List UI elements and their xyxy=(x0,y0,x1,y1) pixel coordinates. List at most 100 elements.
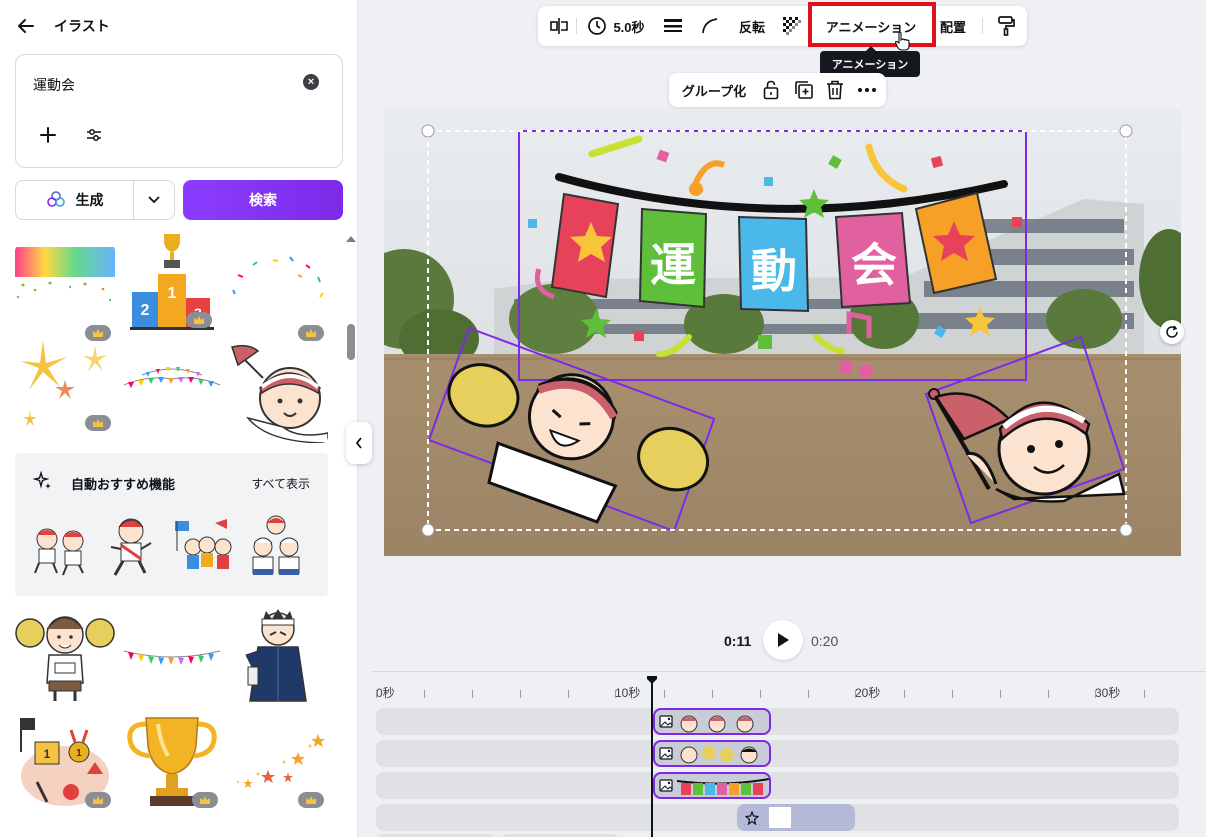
timeline-clip[interactable] xyxy=(653,708,771,735)
scroll-up-icon[interactable] xyxy=(346,236,356,242)
clear-icon[interactable]: × xyxy=(303,74,319,90)
ruler-tick xyxy=(568,690,569,698)
plus-icon[interactable] xyxy=(38,125,58,145)
paint-roller-icon[interactable] xyxy=(994,6,1018,46)
svg-text:1: 1 xyxy=(44,747,51,761)
auto-thumbs xyxy=(29,511,307,581)
crown-icon xyxy=(85,792,111,808)
suggestion-thumb[interactable] xyxy=(101,511,163,581)
toolbar-divider xyxy=(982,18,983,34)
ruler-tick xyxy=(712,690,713,698)
scrollbar[interactable] xyxy=(346,236,356,366)
illustration-thumb[interactable] xyxy=(122,335,222,435)
duplicate-icon[interactable] xyxy=(793,73,815,107)
banner-char: 会 xyxy=(851,239,897,291)
flip-button[interactable]: 反転 xyxy=(732,6,772,46)
search-input[interactable]: 運動会 xyxy=(33,75,75,95)
animation-highlight-box xyxy=(808,2,936,47)
ruler-label: 20秒 xyxy=(855,686,881,700)
timeline-clip[interactable] xyxy=(653,740,771,767)
curve-icon[interactable] xyxy=(698,6,722,46)
group-button[interactable]: グループ化 xyxy=(679,73,749,107)
ruler-tick xyxy=(1095,690,1096,698)
panel-header: イラスト xyxy=(14,14,110,38)
illustration-thumb[interactable] xyxy=(228,343,328,443)
timeline-clip[interactable] xyxy=(653,772,771,799)
crown-icon xyxy=(298,325,324,341)
ruler-tick xyxy=(615,690,616,698)
generate-button[interactable]: 生成 xyxy=(16,181,134,219)
chevron-left-icon xyxy=(355,437,362,449)
ruler-tick xyxy=(1048,690,1049,698)
image-icon xyxy=(659,715,673,728)
transparency-icon[interactable] xyxy=(780,6,804,46)
element-toolbar: 5.0秒 反転 アニメーション 配置 xyxy=(538,6,1027,46)
timeline-track[interactable] xyxy=(376,740,1179,767)
crown-icon xyxy=(298,792,324,808)
illustration-thumb[interactable] xyxy=(228,245,328,345)
sparkle-icon xyxy=(46,191,65,207)
ruler-tick xyxy=(855,690,856,698)
filter-icon[interactable] xyxy=(86,127,102,143)
clock-icon xyxy=(588,17,607,35)
timeline[interactable]: 0秒 10秒 20秒 30秒 xyxy=(372,671,1206,837)
toolbar-divider xyxy=(576,18,577,34)
illustration-thumb[interactable] xyxy=(15,245,115,345)
suggestion-thumb[interactable] xyxy=(173,511,235,581)
duration-label: 5.0秒 xyxy=(613,19,645,35)
illustration-thumb[interactable] xyxy=(122,605,222,705)
search-button[interactable]: 検索 xyxy=(183,180,343,220)
back-arrow-icon[interactable] xyxy=(14,14,38,38)
generate-label: 生成 xyxy=(75,192,104,208)
ruler-tick xyxy=(472,690,473,698)
duration-button[interactable]: 5.0秒 xyxy=(584,6,648,46)
rotate-icon[interactable] xyxy=(1160,320,1184,344)
position-button[interactable]: 配置 xyxy=(936,6,970,46)
hand-cursor-icon xyxy=(894,31,910,51)
chevron-down-icon[interactable] xyxy=(134,181,174,219)
ruler-tick xyxy=(952,690,953,698)
generate-button-group: 生成 xyxy=(15,180,175,220)
timeline-track[interactable] xyxy=(376,772,1179,799)
scrollbar-thumb[interactable] xyxy=(347,324,355,360)
search-box[interactable]: 運動会 × xyxy=(15,54,343,168)
ruler-tick xyxy=(1000,690,1001,698)
show-all-link[interactable]: すべて表示 xyxy=(251,475,310,492)
lock-icon[interactable] xyxy=(761,73,781,107)
crown-icon xyxy=(186,312,212,328)
more-icon[interactable] xyxy=(855,73,879,107)
crown-icon xyxy=(192,792,218,808)
suggestion-thumb[interactable] xyxy=(29,511,91,581)
current-time: 0:11 xyxy=(724,633,752,649)
timeline-track[interactable] xyxy=(376,708,1179,735)
play-button[interactable] xyxy=(763,620,803,660)
ruler-tick xyxy=(1144,690,1145,698)
left-panel: イラスト 運動会 × 生成 検索 2 1 3 xyxy=(0,0,358,837)
timeline-clip[interactable] xyxy=(737,804,855,831)
trash-icon[interactable] xyxy=(825,73,845,107)
design-canvas[interactable]: 運 動 会 xyxy=(384,109,1181,556)
playhead[interactable] xyxy=(651,676,653,837)
illustration-thumb[interactable]: 2 1 3 xyxy=(128,232,228,332)
illustration-thumb[interactable] xyxy=(15,335,115,435)
flip-icon[interactable] xyxy=(546,6,572,46)
auto-recommend-title: 自動おすすめ機能 xyxy=(71,477,176,492)
ruler-label: 30秒 xyxy=(1095,686,1121,700)
illustration-thumb[interactable] xyxy=(228,605,328,705)
illustration-thumb[interactable] xyxy=(122,712,222,812)
ruler-label: 0秒 xyxy=(376,686,395,700)
collapse-panel-button[interactable] xyxy=(346,422,372,464)
auto-recommend-section: 自動おすすめ機能 すべて表示 xyxy=(15,453,328,596)
sparkle-icon xyxy=(33,471,51,489)
svg-text:2: 2 xyxy=(141,302,150,319)
banner-char: 動 xyxy=(751,245,797,297)
crown-icon xyxy=(85,415,111,431)
illustration-thumb[interactable] xyxy=(228,712,328,812)
lines-icon[interactable] xyxy=(660,6,686,46)
ruler-label: 10秒 xyxy=(615,686,641,700)
illustration-thumb[interactable] xyxy=(15,605,115,705)
illustration-thumb[interactable]: 1 1 xyxy=(15,712,115,812)
play-icon xyxy=(778,633,789,647)
suggestion-thumb[interactable] xyxy=(245,511,307,581)
ruler-tick xyxy=(808,690,809,698)
